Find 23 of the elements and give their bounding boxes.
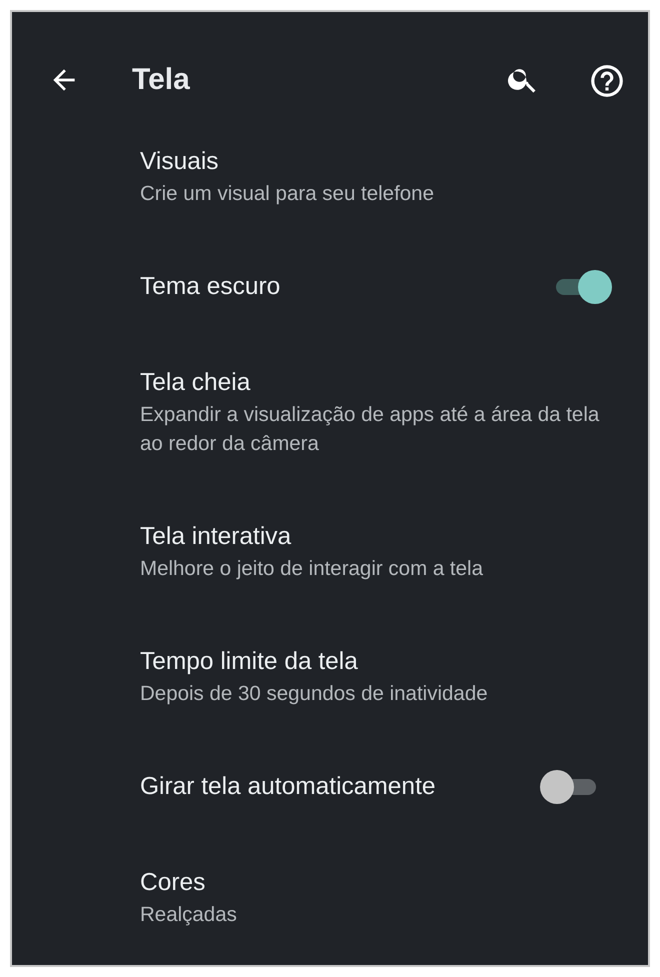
help-icon[interactable]: [588, 62, 626, 100]
setting-title: Visuais: [140, 147, 220, 177]
screen-title: Tela: [132, 62, 190, 98]
toggle-switch[interactable]: [554, 270, 612, 304]
setting-item[interactable]: Tema escuro: [12, 239, 648, 335]
setting-item[interactable]: Tela cheia Expandir a visualização de apps até a área da tela ao redor da câmera: [12, 335, 648, 489]
setting-title: Tela interativa: [140, 522, 292, 552]
setting-title: Tempo limite da tela: [140, 647, 359, 677]
setting-title: Tela cheia: [140, 368, 252, 398]
setting-title: Tema escuro: [140, 272, 282, 302]
setting-summary: Realçadas: [140, 902, 238, 928]
setting-summary: Crie um visual para seu telefone: [140, 181, 435, 207]
setting-summary: Expandir a visualização de apps até a área da tela ao redor da câmera: [140, 402, 600, 457]
setting-title: Cores: [140, 868, 206, 898]
setting-item[interactable]: Tempo limite da tela Depois de 30 segundos de inatividade: [12, 614, 648, 739]
setting-item[interactable]: Visuais Crie um visual para seu telefone: [12, 114, 648, 239]
setting-item[interactable]: Cores Realçadas: [12, 835, 648, 960]
setting-summary: Melhore o jeito de interagir com a tela: [140, 556, 484, 582]
toggle-switch[interactable]: [540, 770, 598, 804]
setting-item[interactable]: Girar tela automaticamente: [12, 739, 648, 835]
setting-title: Girar tela automaticamente: [140, 772, 436, 802]
setting-summary: Depois de 30 segundos de inatividade: [140, 681, 489, 707]
setting-item[interactable]: Tela interativa Melhore o jeito de interagir com a tela: [12, 489, 648, 614]
